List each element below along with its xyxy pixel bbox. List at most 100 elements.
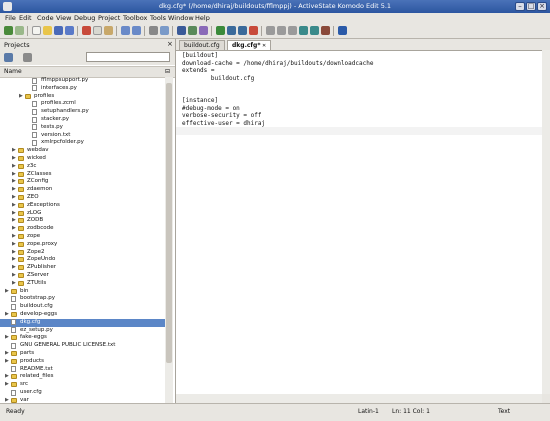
tree-row[interactable]: ▶ ZClasses — [0, 171, 165, 179]
macro-icon[interactable] — [199, 26, 208, 35]
tree-row[interactable]: ▶ parts — [0, 350, 165, 358]
open-file-icon[interactable] — [43, 26, 52, 35]
tree-row[interactable]: ▶ zodbcode — [0, 225, 165, 233]
expand-arrow-icon[interactable]: ▶ — [12, 257, 17, 262]
tree-row[interactable]: ▶ ZConfig — [0, 178, 165, 186]
tree-row[interactable]: buildout.cfg — [0, 303, 165, 311]
maximize-button[interactable]: □ — [526, 2, 536, 11]
tree-row[interactable]: ▶ zope.proxy — [0, 241, 165, 249]
menu-window[interactable]: Window — [168, 14, 194, 22]
tree-row[interactable]: ▶ profiles — [0, 93, 165, 101]
find-icon[interactable] — [149, 26, 158, 35]
tree-row[interactable]: ▶ ZopeUndo — [0, 256, 165, 264]
tree-row[interactable]: ▶ products — [0, 358, 165, 366]
menu-toolbox[interactable]: Toolbox — [123, 14, 147, 22]
expand-arrow-icon[interactable]: ▶ — [5, 335, 10, 340]
close-window-button[interactable]: × — [537, 2, 547, 11]
tree-row[interactable]: ▶ ZTUtils — [0, 280, 165, 288]
name-column-header[interactable]: Name — [4, 68, 22, 75]
expand-arrow-icon[interactable]: ▶ — [5, 358, 10, 364]
menu-help[interactable]: Help — [195, 14, 210, 22]
tree-row[interactable]: ▶ ZPublisher — [0, 264, 165, 272]
tree-row[interactable]: ▶ wicked — [0, 155, 165, 163]
menu-file[interactable]: File — [5, 14, 16, 22]
undo-icon[interactable] — [121, 26, 130, 35]
tab-dkg-cfg[interactable]: dkg.cfg* ✕ — [227, 40, 272, 50]
expand-arrow-icon[interactable]: ▶ — [12, 234, 17, 239]
project-tree[interactable]: fflmppsupport.py interfaces.py ▶ profiles pr… — [0, 77, 165, 403]
toggle-output-icon[interactable] — [288, 26, 297, 35]
step-in-icon[interactable] — [238, 26, 247, 35]
tree-row[interactable]: ▶ ZODB — [0, 217, 165, 225]
toolbox-icon[interactable] — [321, 26, 330, 35]
status-encoding[interactable]: Latin-1 — [358, 408, 379, 415]
tree-row[interactable]: ▶ zLOG — [0, 210, 165, 218]
tree-row[interactable]: profiles.zcml — [0, 100, 165, 108]
forward-icon[interactable] — [15, 26, 24, 35]
expand-arrow-icon[interactable]: ▶ — [5, 382, 10, 387]
tree-row[interactable]: interfaces.py — [0, 85, 165, 93]
tree-row[interactable]: ▶ zExceptions — [0, 202, 165, 210]
save-icon[interactable] — [54, 26, 63, 35]
filter-input[interactable] — [86, 52, 170, 62]
code-editor[interactable]: [buildout] download-cache = /home/dhiraj/… — [176, 50, 542, 395]
tree-row[interactable]: ▶ z3c — [0, 163, 165, 171]
editor-horizontal-scrollbar[interactable] — [176, 394, 542, 403]
tree-vertical-scrollbar[interactable] — [165, 77, 173, 403]
back-icon[interactable] — [4, 26, 13, 35]
menu-project[interactable]: Project — [98, 14, 120, 22]
tree-row[interactable]: ▶ webdav — [0, 147, 165, 155]
tree-row[interactable]: dkg.cfg — [0, 318, 165, 327]
status-filetype[interactable]: Text — [498, 408, 510, 415]
project-menu-icon[interactable] — [4, 53, 13, 62]
paste-icon[interactable] — [104, 26, 113, 35]
expand-arrow-icon[interactable]: ▶ — [12, 148, 17, 153]
menu-code[interactable]: Code — [37, 14, 54, 22]
menu-debug[interactable]: Debug — [74, 14, 95, 22]
play-icon[interactable] — [216, 26, 225, 35]
tree-scroll-thumb[interactable] — [166, 83, 172, 363]
print-icon[interactable] — [177, 26, 186, 35]
toggle-pane-icon[interactable] — [266, 26, 275, 35]
expand-arrow-icon[interactable]: ▶ — [12, 171, 17, 177]
expand-arrow-icon[interactable]: ▶ — [12, 280, 17, 286]
tree-row[interactable]: ▶ bin — [0, 288, 165, 296]
expand-arrow-icon[interactable]: ▶ — [12, 187, 17, 192]
expand-arrow-icon[interactable]: ▶ — [12, 218, 17, 223]
expand-arrow-icon[interactable]: ▶ — [12, 210, 17, 216]
tab-buildout-cfg[interactable]: buildout.cfg — [179, 40, 225, 50]
expand-arrow-icon[interactable]: ▶ — [12, 163, 17, 169]
tree-row[interactable]: stacker.py — [0, 116, 165, 124]
save-all-icon[interactable] — [65, 26, 74, 35]
menu-edit[interactable]: Edit — [19, 14, 32, 22]
preview-icon[interactable] — [188, 26, 197, 35]
run-tool-icon[interactable] — [310, 26, 319, 35]
expand-arrow-icon[interactable]: ▶ — [12, 179, 17, 184]
expand-arrow-icon[interactable]: ▶ — [19, 93, 24, 99]
editor-vertical-scrollbar[interactable] — [542, 50, 550, 394]
help-icon[interactable] — [338, 26, 347, 35]
tree-row[interactable]: README.txt — [0, 366, 165, 374]
replace-icon[interactable] — [160, 26, 169, 35]
tree-row[interactable]: GNU GENERAL PUBLIC LICENSE.txt — [0, 342, 165, 350]
tree-row[interactable]: setuphandlers.py — [0, 108, 165, 116]
expand-arrow-icon[interactable]: ▶ — [5, 351, 10, 356]
expand-arrow-icon[interactable]: ▶ — [5, 374, 10, 379]
tree-row[interactable]: ▶ zope — [0, 233, 165, 241]
close-tab-icon[interactable]: ✕ — [260, 43, 266, 49]
tree-row[interactable]: ez_setup.py — [0, 327, 165, 335]
expand-arrow-icon[interactable]: ▶ — [12, 226, 17, 231]
tree-row[interactable]: ▶ develop-eggs — [0, 311, 165, 319]
expand-arrow-icon[interactable]: ▶ — [12, 195, 17, 200]
new-file-icon[interactable] — [32, 26, 41, 35]
step-over-icon[interactable] — [227, 26, 236, 35]
expand-arrow-icon[interactable]: ▶ — [12, 156, 17, 161]
close-panel-icon[interactable]: × — [167, 40, 173, 48]
tree-row[interactable]: version.txt — [0, 132, 165, 140]
expand-arrow-icon[interactable]: ▶ — [12, 265, 17, 270]
tree-row[interactable]: ▶ related_files — [0, 373, 165, 381]
tree-row[interactable]: xmlrpcfolder.py — [0, 139, 165, 147]
expand-arrow-icon[interactable]: ▶ — [5, 288, 10, 294]
expand-arrow-icon[interactable]: ▶ — [5, 312, 10, 317]
menu-view[interactable]: View — [56, 14, 71, 22]
